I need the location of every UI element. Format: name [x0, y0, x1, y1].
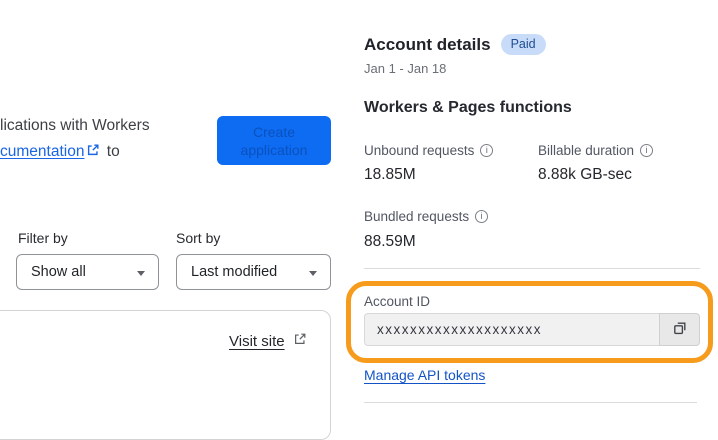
manage-api-tokens-link[interactable]: Manage API tokens: [364, 367, 485, 383]
intro-line-1-text: lications with Workers: [0, 117, 150, 134]
unbound-requests-value: 18.85M: [364, 166, 416, 183]
sort-dropdown-value: Last modified: [191, 264, 278, 280]
visit-site-link[interactable]: Visit site: [229, 332, 309, 350]
copy-icon: [672, 320, 688, 339]
documentation-link[interactable]: cumentation: [0, 143, 84, 160]
divider: [364, 402, 697, 403]
billable-duration-label: Billable duration: [538, 143, 654, 158]
page-title: Account details: [364, 34, 491, 54]
filter-dropdown-value: Show all: [31, 264, 86, 280]
sort-dropdown[interactable]: Last modified: [176, 254, 331, 290]
date-range: Jan 1 - Jan 18: [364, 61, 447, 76]
unbound-requests-label: Unbound requests: [364, 143, 494, 158]
intro-line-1: lications with Workers: [0, 113, 150, 139]
section-title: Workers & Pages functions: [364, 99, 572, 116]
external-link-icon: [86, 140, 100, 166]
copy-button[interactable]: [659, 313, 700, 346]
external-link-icon: [293, 332, 307, 350]
filter-dropdown[interactable]: Show all: [16, 254, 159, 290]
divider: [364, 268, 700, 269]
intro-line-2: cumentation to: [0, 139, 150, 166]
create-button-line1: Create: [252, 123, 296, 140]
paid-status-badge: Paid: [500, 34, 546, 55]
stat-label-text: Bundled requests: [364, 209, 470, 224]
chevron-down-icon: [309, 271, 317, 276]
stat-label-text: Unbound requests: [364, 143, 475, 158]
chevron-down-icon: [137, 271, 145, 276]
sort-by-label: Sort by: [176, 230, 221, 246]
create-button-line2: application: [240, 141, 308, 158]
bundled-requests-label: Bundled requests: [364, 209, 489, 224]
info-icon[interactable]: [640, 144, 654, 157]
bundled-requests-value: 88.59M: [364, 233, 416, 250]
billable-duration-value: 8.88k GB-sec: [538, 166, 632, 183]
account-details-header: Account details Paid: [364, 34, 546, 55]
visit-site-label: Visit site: [229, 332, 285, 350]
account-id-field-group: [364, 313, 700, 346]
intro-text: lications with Workers cumentation to: [0, 113, 150, 166]
account-id-label: Account ID: [364, 294, 431, 309]
application-card: [0, 310, 331, 440]
account-id-input[interactable]: [364, 313, 659, 346]
filter-by-label: Filter by: [18, 230, 68, 246]
info-icon[interactable]: [480, 144, 494, 157]
create-application-button[interactable]: Create application: [217, 116, 331, 165]
intro-suffix: to: [106, 143, 120, 160]
stat-label-text: Billable duration: [538, 143, 635, 158]
info-icon[interactable]: [475, 210, 489, 223]
